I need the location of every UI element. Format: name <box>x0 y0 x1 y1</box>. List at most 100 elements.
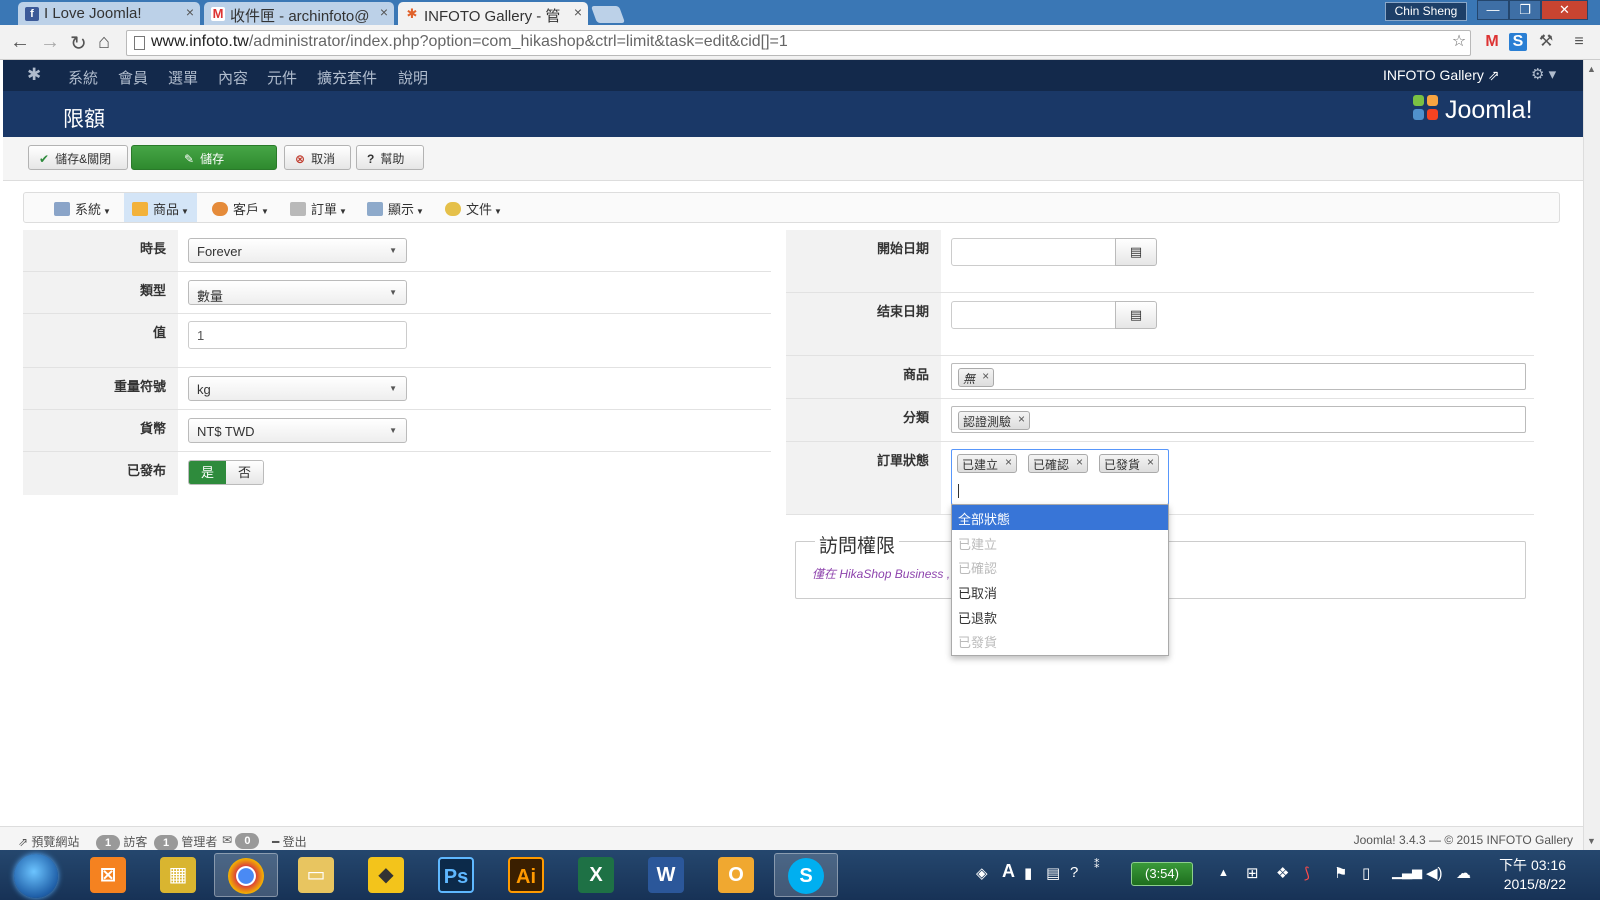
signal-icon[interactable]: ▁▃▅ <box>1392 864 1422 880</box>
close-tab-icon[interactable]: × <box>186 4 194 20</box>
taskbar-skype[interactable]: S <box>774 853 838 897</box>
action-center-flag-icon[interactable]: ⚑ <box>1334 864 1347 882</box>
show-hidden-icons[interactable]: ▲ <box>1218 867 1229 879</box>
taskbar-excel[interactable]: X <box>564 853 628 897</box>
remove-tag-icon[interactable]: × <box>1076 455 1083 469</box>
minimize-button[interactable]: — <box>1477 0 1509 20</box>
help-button[interactable]: ? 幫助 <box>356 145 424 170</box>
product-tag-field[interactable]: 無 × <box>951 363 1526 390</box>
close-tab-icon[interactable]: × <box>380 4 388 20</box>
extension-s-icon[interactable]: S <box>1509 33 1527 51</box>
end-date-input[interactable] <box>951 301 1116 329</box>
category-tag-field[interactable]: 認證測驗 × <box>951 406 1526 433</box>
order-status-tag-field[interactable]: 已建立 × 已確認 × 已發貨 × <box>951 449 1169 505</box>
ime-icon[interactable]: ◈ <box>976 864 988 882</box>
dropdown-option-cancelled[interactable]: 已取消 <box>952 579 1168 604</box>
taskbar-illustrator[interactable]: Ai <box>494 853 558 897</box>
browser-tab-2[interactable]: M 收件匣 - archinfoto@ × <box>204 2 394 25</box>
preview-site-link[interactable]: ⇗ 預覽網站 <box>18 833 79 850</box>
url-field[interactable]: www.infoto.tw/administrator/index.php?op… <box>126 30 1471 56</box>
windows-icon[interactable]: ⊞ <box>1246 864 1259 882</box>
published-no[interactable]: 否 <box>226 461 263 484</box>
extension-tool-icon[interactable]: ⚒ <box>1537 33 1555 51</box>
tray-settings-icon[interactable]: ⁑ <box>1094 858 1100 871</box>
type-select[interactable]: 數量 ▼ <box>188 280 407 305</box>
volume-icon[interactable]: ◀) <box>1426 864 1443 882</box>
value-input[interactable]: 1 <box>188 321 407 349</box>
published-toggle[interactable]: 是否 <box>188 460 264 485</box>
font-size-icon[interactable]: A <box>1002 861 1015 882</box>
back-icon[interactable]: ← <box>10 31 30 54</box>
calendar-icon[interactable]: ▤ <box>1115 301 1157 329</box>
cancel-button[interactable]: ⊗ 取消 <box>284 145 351 170</box>
status-tag: 已建立 × <box>957 454 1018 473</box>
gmail-extension-icon[interactable]: M <box>1483 33 1501 51</box>
close-window-button[interactable]: ✕ <box>1541 0 1588 20</box>
taskbar-word[interactable]: W <box>634 853 698 897</box>
help-tray-icon[interactable]: ? <box>1070 864 1078 881</box>
menu-content[interactable]: 內容 <box>218 67 248 88</box>
menu-users[interactable]: 會員 <box>118 67 148 88</box>
remove-tag-icon[interactable]: × <box>982 369 989 383</box>
menu-system[interactable]: 系統 <box>68 67 98 88</box>
reload-icon[interactable]: ↻ <box>70 31 87 56</box>
home-icon[interactable]: ⌂ <box>98 31 110 54</box>
dropbox-icon[interactable]: ❖ <box>1276 864 1289 882</box>
start-button[interactable] <box>14 854 58 898</box>
menu-help[interactable]: 說明 <box>398 67 428 88</box>
menu-components[interactable]: 元件 <box>267 67 297 88</box>
taskbar-files-app[interactable]: ▦ <box>146 853 210 897</box>
menu-menus[interactable]: 選單 <box>168 67 198 88</box>
dropdown-option-all[interactable]: 全部狀態 <box>952 505 1168 530</box>
panel-icon[interactable]: ▮ <box>1024 864 1032 882</box>
keyboard-icon[interactable]: ▤ <box>1046 864 1060 882</box>
published-yes[interactable]: 是 <box>189 461 226 484</box>
new-tab-button[interactable] <box>590 6 626 23</box>
forward-icon[interactable]: → <box>40 31 60 54</box>
bookmark-star-icon[interactable]: ☆ <box>1450 33 1468 51</box>
start-date-input[interactable] <box>951 238 1116 266</box>
messages-status[interactable]: ✉ 0 <box>222 833 260 849</box>
vertical-scrollbar[interactable]: ▲ ▼ <box>1583 60 1600 850</box>
period-select[interactable]: Forever ▼ <box>188 238 407 263</box>
submenu-display[interactable]: 顯示 ▼ <box>359 193 432 222</box>
remove-tag-icon[interactable]: × <box>1005 455 1012 469</box>
submenu-documentation[interactable]: 文件 ▼ <box>437 193 510 222</box>
submenu-customers[interactable]: 客戶 ▼ <box>204 193 277 222</box>
joomla-menu-icon[interactable]: ✱ <box>27 65 41 85</box>
maximize-button[interactable]: ❐ <box>1509 0 1541 20</box>
user-gear-icon[interactable]: ⚙ ▾ <box>1531 65 1556 83</box>
submenu-orders[interactable]: 訂單 ▼ <box>282 193 355 222</box>
acrobat-icon[interactable]: ⟆ <box>1304 864 1310 882</box>
submenu-products[interactable]: 商品 ▼ <box>124 193 197 222</box>
dropdown-option-refunded[interactable]: 已退款 <box>952 604 1168 629</box>
taskbar-chrome[interactable] <box>214 853 278 897</box>
scroll-down-icon[interactable]: ▼ <box>1587 836 1596 846</box>
remove-tag-icon[interactable]: × <box>1147 455 1154 469</box>
save-button[interactable]: ✎ 儲存 <box>131 145 277 170</box>
battery-timer[interactable]: (3:54) <box>1131 862 1193 886</box>
chrome-menu-icon[interactable]: ≡ <box>1570 33 1588 51</box>
scroll-up-icon[interactable]: ▲ <box>1587 64 1596 74</box>
remove-tag-icon[interactable]: × <box>1018 412 1025 426</box>
currency-select[interactable]: NT$ TWD ▼ <box>188 418 407 443</box>
taskbar-explorer[interactable]: ▭ <box>284 853 348 897</box>
taskbar-xampp[interactable]: ⊠ <box>76 853 140 897</box>
calendar-icon[interactable]: ▤ <box>1115 238 1157 266</box>
taskbar-app-yellow[interactable]: ◆ <box>354 853 418 897</box>
taskbar-outlook[interactable]: O <box>704 853 768 897</box>
browser-tab-3[interactable]: ✱ INFOTO Gallery - 管 × <box>398 2 588 25</box>
battery-icon[interactable]: ▯ <box>1362 864 1370 882</box>
browser-user-badge[interactable]: Chin Sheng <box>1385 2 1467 21</box>
close-tab-icon[interactable]: × <box>574 4 582 20</box>
save-close-button[interactable]: ✔ 儲存&關閉 <box>28 145 128 170</box>
weight-unit-select[interactable]: kg ▼ <box>188 376 407 401</box>
browser-tab-1[interactable]: f I Love Joomla! × <box>18 2 200 25</box>
cloud-icon[interactable]: ☁ <box>1456 864 1471 882</box>
submenu-system[interactable]: 系統 ▼ <box>46 193 119 222</box>
site-link[interactable]: INFOTO Gallery ⇗ <box>1383 67 1500 84</box>
menu-extensions[interactable]: 擴充套件 <box>317 67 377 88</box>
taskbar-photoshop[interactable]: Ps <box>424 853 488 897</box>
taskbar-clock[interactable]: 下午 03:16 2015/8/22 <box>1496 856 1566 894</box>
logout-link[interactable]: ━ 登出 <box>272 833 307 850</box>
